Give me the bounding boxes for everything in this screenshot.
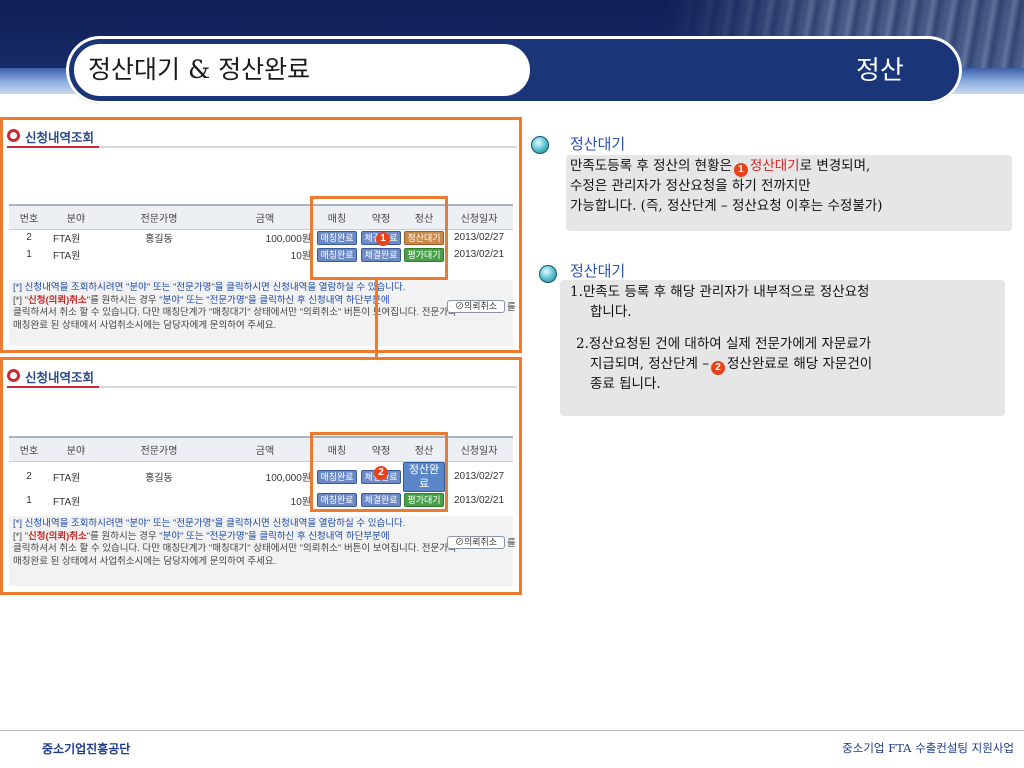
explanation-highlight: 정산대기	[749, 158, 800, 174]
step-marker: 1	[733, 163, 748, 177]
panel-heading-text: 신청내역조회	[25, 371, 95, 385]
amount-cell: 100,000원	[265, 234, 311, 246]
notice-emphasis: 신청(의뢰)취소	[28, 530, 87, 542]
explanation-line: 합니다.	[590, 304, 632, 320]
row-number: 2	[26, 232, 32, 244]
field-link[interactable]: FTA원	[49, 492, 103, 509]
notice-box: [*] 신청내역을 조회하시려면 "분야" 또는 "전문가명"을 클릭하시면 신…	[9, 280, 516, 346]
section-label: 정산	[856, 56, 904, 86]
explanation-box: 만족도등록 후 정산의 현황은 1 정산대기로 변경되며, 수정은 관리자가 정산요…	[566, 155, 1012, 231]
notice-line: 클릭하셔서 취소 할 수 있습니다. 다만 매칭단계가 "매칭대기" 상태에서만…	[13, 543, 457, 554]
expert-link[interactable]	[103, 246, 215, 263]
footer-program-name: 중소기업 FTA 수출컨설팅 지원사업	[842, 741, 1014, 755]
notice-line: 클릭하셔서 취소 할 수 있습니다. 다만 매칭단계가 "매칭대기" 상태에서만…	[13, 307, 457, 318]
expert-link[interactable]: 홍길동	[103, 461, 215, 492]
step-marker: 1	[376, 232, 390, 246]
notice-line: [*] 신청내역을 조회하시려면 "분야" 또는 "전문가명"을 클릭하시면 신…	[13, 518, 406, 529]
circle-bullet-icon	[7, 369, 20, 382]
explanation-title: 정산대기	[570, 135, 626, 153]
footer-divider	[0, 730, 1024, 731]
request-date: 2013/02/27	[453, 232, 505, 244]
row-number: 2	[26, 471, 32, 482]
explanation-line: 수정은 관리자가 정산요청을 하기 전까지만	[570, 178, 811, 194]
explanation-line: 가능합니다. (즉, 정산단계 – 정산요청 이후는 수정불가)	[570, 198, 883, 214]
explanation-text: 만족도등록 후 정산의 현황은	[570, 158, 732, 174]
step-marker: 2	[710, 361, 725, 375]
explanation-line: 만족도등록 후 정산의 현황은 1 정산대기로 변경되며,	[570, 156, 1008, 177]
column-header: 금액	[215, 436, 315, 462]
notice-text: "분야" 또는 "전문가명"을 클릭하신 후 신청내역 하단부분에	[159, 530, 390, 542]
notice-line: [*] 신청내역을 조회하시려면 "분야" 또는 "전문가명"을 클릭하시면 신…	[13, 282, 406, 293]
column-header: 전문가명	[103, 436, 215, 462]
explanation-text: 정산완료로 해당 자문건이	[726, 356, 873, 372]
column-header: 신청일자	[445, 436, 513, 462]
explanation-box: 1.만족도 등록 후 해당 관리자가 내부적으로 정산요청 합니다. 2.정산요…	[560, 280, 1005, 416]
explanation-title: 정산대기	[570, 262, 626, 280]
request-date: 2013/02/21	[453, 249, 505, 260]
notice-text: "를 원하시는 경우	[86, 294, 160, 306]
expert-link[interactable]: 홍길동	[103, 229, 215, 246]
field-link[interactable]: FTA원	[49, 461, 103, 492]
field-link[interactable]: FTA원	[49, 229, 103, 246]
bullet-orb-icon	[539, 265, 557, 283]
footer-organization: 중소기업진흥공단	[42, 742, 131, 756]
step-marker: 2	[374, 466, 388, 480]
explanation-text: 로 변경되며,	[799, 158, 871, 174]
column-header: 신청일자	[445, 204, 513, 230]
request-cancel-button[interactable]: ⊘의뢰취소	[447, 300, 505, 313]
notice-line: [*] "신청(의뢰)취소"를 원하시는 경우 "분야" 또는 "전문가명"을 …	[13, 531, 509, 544]
notice-line: 매칭완료 된 상태에서 사업취소시에는 담당자에게 문의하여 주세요.	[13, 319, 277, 331]
explanation-line: 종료 됩니다.	[590, 376, 661, 392]
panel-heading: 신청내역조회	[7, 366, 517, 388]
notice-text: "분야" 또는 "전문가명"을 클릭하신 후 신청내역 하단부분에	[159, 294, 390, 306]
notice-line: [*] "신청(의뢰)취소"를 원하시는 경우 "분야" 또는 "전문가명"을 …	[13, 295, 509, 308]
request-cancel-button[interactable]: ⊘의뢰취소	[447, 536, 505, 549]
page-title: 정산대기 & 정산완료	[88, 55, 311, 84]
column-header: 번호	[9, 436, 49, 462]
notice-text: [*] "	[13, 530, 28, 542]
notice-box: [*] 신청내역을 조회하시려면 "분야" 또는 "전문가명"을 클릭하시면 신…	[9, 516, 516, 586]
circle-bullet-icon	[7, 129, 20, 142]
amount-cell: 10원	[290, 496, 311, 508]
column-header: 분야	[49, 436, 103, 462]
column-header: 번호	[9, 204, 49, 230]
amount-cell: 100,000원	[265, 473, 311, 484]
explanation-line: 지급되며, 정산단계 –2 정산완료로 해당 자문건이	[570, 354, 995, 375]
notice-text: 를	[507, 538, 516, 549]
column-header: 분야	[49, 204, 103, 230]
heading-underline	[7, 386, 99, 388]
column-header: 전문가명	[103, 204, 215, 230]
explanation-line: 2.정산요청된 건에 대하여 실제 전문가에게 자문료가	[576, 336, 872, 352]
request-date: 2013/02/27	[453, 471, 505, 482]
request-date: 2013/02/21	[453, 494, 505, 506]
notice-text: "를 원하시는 경우	[86, 530, 160, 542]
notice-line: 매칭완료 된 상태에서 사업취소시에는 담당자에게 문의하여 주세요.	[13, 555, 277, 567]
bullet-orb-icon	[531, 136, 549, 154]
heading-underline	[7, 146, 99, 148]
field-link[interactable]: FTA원	[49, 246, 103, 263]
explanation-line: 1.만족도 등록 후 해당 관리자가 내부적으로 정산요청	[570, 284, 870, 300]
amount-cell: 10원	[290, 251, 311, 262]
row-number: 1	[26, 494, 32, 506]
panel-heading: 신청내역조회	[7, 126, 517, 148]
expert-link[interactable]	[103, 492, 215, 509]
notice-text: [*] "	[13, 294, 28, 306]
explanation-text: 지급되며, 정산단계 –	[590, 356, 709, 372]
notice-emphasis: 신청(의뢰)취소	[28, 294, 87, 306]
notice-text: 를	[507, 302, 516, 313]
panel-heading-text: 신청내역조회	[25, 131, 95, 145]
column-header: 금액	[215, 204, 315, 230]
row-number: 1	[26, 249, 32, 260]
